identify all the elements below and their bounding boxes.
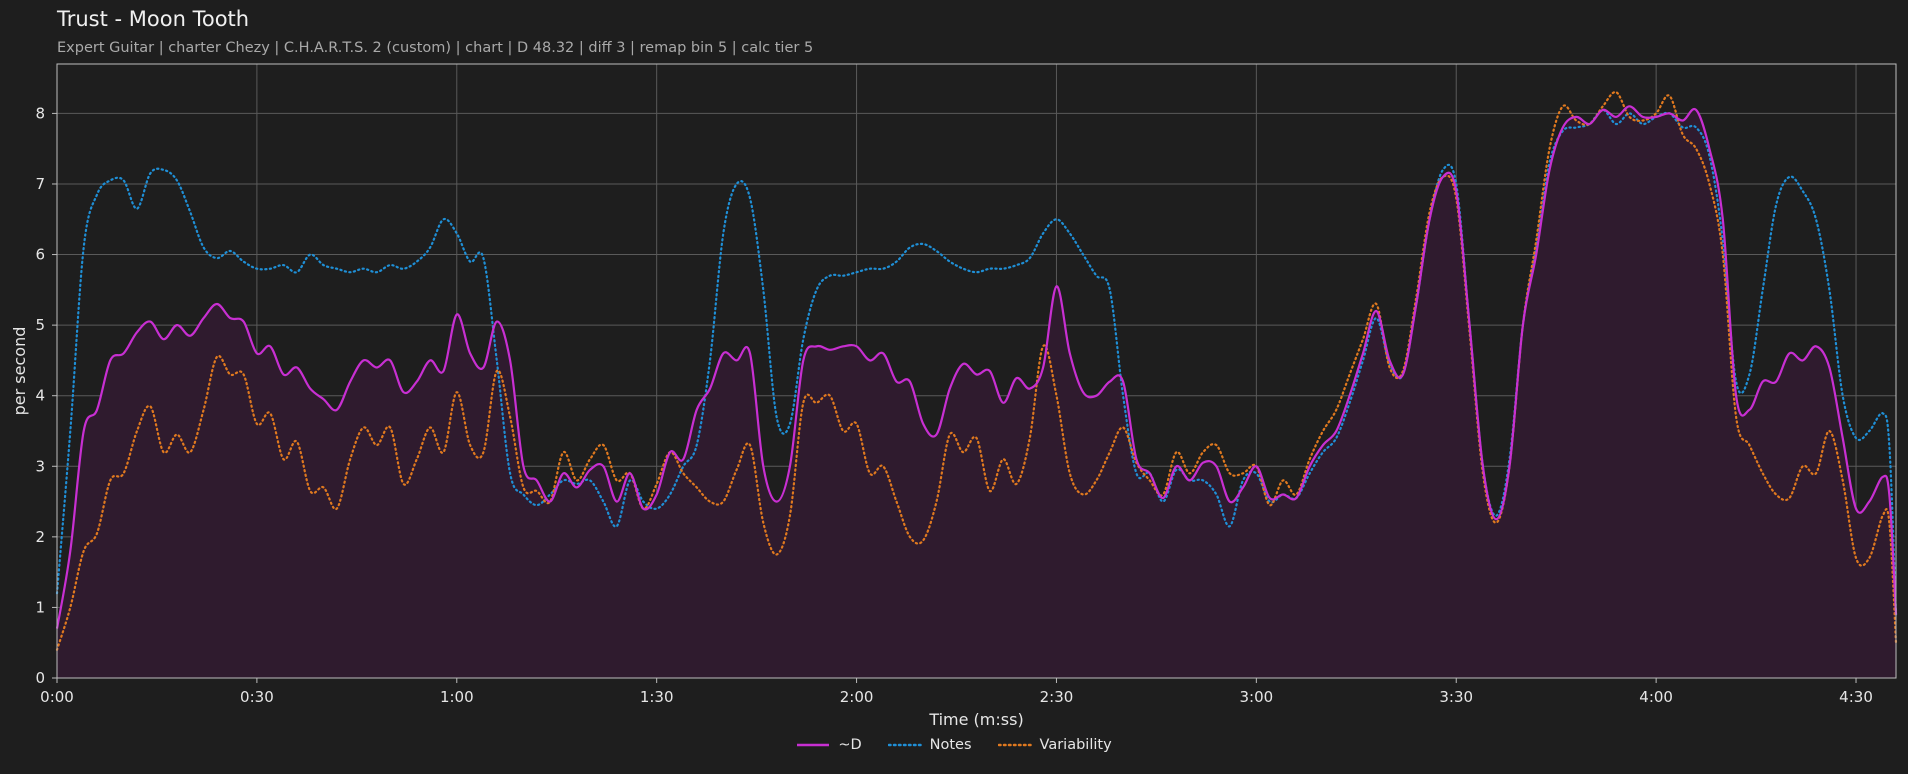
legend-swatch-variability xyxy=(997,743,1032,747)
x-tick-label: 2:30 xyxy=(1040,688,1074,706)
legend-swatch-notes xyxy=(887,743,922,747)
x-tick-label: 2:00 xyxy=(840,688,874,706)
x-tick-label: 1:30 xyxy=(640,688,674,706)
y-tick-label: 1 xyxy=(35,598,45,616)
x-tick-label: 1:00 xyxy=(440,688,474,706)
x-axis-label: Time (m:ss) xyxy=(928,710,1023,729)
y-tick-label: 5 xyxy=(35,316,45,334)
legend-item-notes[interactable]: Notes xyxy=(887,737,972,753)
y-tick-label: 7 xyxy=(35,175,45,193)
legend-item-variability[interactable]: Variability xyxy=(997,737,1112,753)
x-tick-label: 3:00 xyxy=(1240,688,1274,706)
x-tick-label: 4:30 xyxy=(1839,688,1873,706)
legend-item-d[interactable]: ~D xyxy=(796,737,862,753)
y-tick-label: 0 xyxy=(35,669,45,687)
x-tick-label: 3:30 xyxy=(1439,688,1473,706)
legend-label-d: ~D xyxy=(838,737,862,753)
series-area-d xyxy=(57,106,1896,679)
x-tick-label: 0:00 xyxy=(40,688,74,706)
y-tick-label: 8 xyxy=(35,104,45,122)
y-tick-label: 3 xyxy=(35,457,45,475)
x-tick-label: 0:30 xyxy=(240,688,274,706)
legend-label-variability: Variability xyxy=(1039,737,1112,753)
y-axis-label: per second xyxy=(10,327,29,416)
legend: ~D Notes Variability xyxy=(0,737,1908,753)
y-tick-label: 2 xyxy=(35,528,45,546)
legend-swatch-d xyxy=(797,743,830,747)
x-tick-label: 4:00 xyxy=(1639,688,1673,706)
y-tick-label: 6 xyxy=(35,246,45,264)
fill-layer xyxy=(57,106,1896,679)
legend-label-notes: Notes xyxy=(929,737,972,753)
line-chart: 0:00 0:30 1:00 1:30 2:00 2:30 3:00 3:30 4:00 4:30… xyxy=(10,63,1898,729)
y-tick-label: 4 xyxy=(35,387,45,405)
